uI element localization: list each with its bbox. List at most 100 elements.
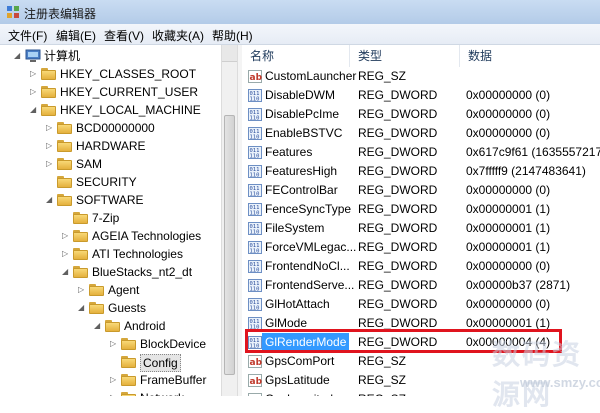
value-row[interactable]: ab CustomLauncher REG_SZ — [242, 67, 600, 86]
tree-node[interactable]: ▷ HKEY_CURRENT_USER — [0, 83, 221, 101]
column-header-type[interactable]: 类型 — [350, 45, 460, 67]
scrollbar-thumb[interactable] — [224, 115, 235, 375]
value-row[interactable]: 011 110 Features REG_DWORD 0x617c9f61 (16355… — [242, 143, 600, 162]
tree-node[interactable]: ▷ Agent — [0, 281, 221, 299]
value-row[interactable]: 011 110 GlHotAttach REG_DWORD 0x00000000 (0) — [242, 295, 600, 314]
value-row[interactable]: 011 110 EnableBSTVC REG_DWORD 0x00000000 (0) — [242, 124, 600, 143]
value-name: DisableDWM — [265, 88, 336, 102]
svg-text:110: 110 — [250, 192, 260, 198]
dword-value-icon: 011110 — [248, 298, 262, 311]
tree-node[interactable]: ▷ ATI Technologies — [0, 245, 221, 263]
tree-node-label: Network — [140, 389, 184, 396]
value-row[interactable]: 011 110 ForceVMLegac... REG_DWORD 0x00000001… — [242, 238, 600, 257]
svg-text:110: 110 — [250, 135, 260, 141]
folder-icon — [121, 338, 136, 350]
tree-node-label: BlueStacks_nt2_dt — [92, 265, 193, 279]
expand-arrow-icon[interactable]: ▷ — [110, 389, 120, 396]
tree-node[interactable]: 7-Zip — [0, 209, 221, 227]
dword-value-icon: 011110 — [248, 203, 262, 216]
tree-node-label: 7-Zip — [92, 211, 120, 225]
expand-arrow-icon[interactable]: ▷ — [110, 371, 120, 389]
value-row[interactable]: 011 110 FileSystem REG_DWORD 0x00000001 (1) — [242, 219, 600, 238]
value-name: FenceSyncType — [265, 202, 352, 216]
menu-view[interactable]: 查看(V) — [104, 27, 144, 44]
tree-node-label: SECURITY — [76, 175, 137, 189]
expand-arrow-icon[interactable]: ▷ — [30, 83, 40, 101]
tree-node[interactable]: ▷ SAM — [0, 155, 221, 173]
registry-editor-icon — [7, 6, 19, 18]
registry-tree[interactable]: ◢ 计算机 ▷ HKEY_CLASSES_ROOT ▷ HKEY_CURRENT_USER… — [0, 45, 221, 396]
value-data: 0x00000000 (0) — [466, 183, 551, 197]
tree-node-label: Guests — [108, 301, 147, 315]
value-data: 0x00000001 (1) — [466, 221, 551, 235]
tree-node[interactable]: ◢ Android — [0, 317, 221, 335]
scroll-up-arrow-icon[interactable] — [222, 45, 237, 62]
dword-value-icon: 011110 — [248, 241, 262, 254]
tree-node[interactable]: ◢ HKEY_LOCAL_MACHINE — [0, 101, 221, 119]
folder-icon — [73, 248, 88, 260]
svg-text:ab: ab — [250, 377, 263, 387]
value-row[interactable]: 011 110 DisablePcIme REG_DWORD 0x00000000 (0… — [242, 105, 600, 124]
value-name: Features — [265, 145, 313, 159]
value-row[interactable]: 011 110 FEControlBar REG_DWORD 0x00000000 (0… — [242, 181, 600, 200]
tree-node[interactable]: ▷ AGEIA Technologies — [0, 227, 221, 245]
tree-node[interactable]: SECURITY — [0, 173, 221, 191]
value-type: REG_SZ — [358, 69, 407, 83]
value-type: REG_DWORD — [358, 259, 438, 273]
svg-text:ab: ab — [250, 73, 263, 83]
value-name: DisablePcIme — [265, 107, 340, 121]
value-row[interactable]: 011 110 FeaturesHigh REG_DWORD 0x7fffff9 (21… — [242, 162, 600, 181]
expand-arrow-icon[interactable]: ▷ — [62, 245, 72, 263]
collapse-arrow-icon[interactable]: ◢ — [62, 263, 72, 281]
tree-node-label: BCD00000000 — [76, 121, 155, 135]
collapse-arrow-icon[interactable]: ◢ — [78, 299, 88, 317]
expand-arrow-icon[interactable]: ▷ — [30, 65, 40, 83]
svg-text:110: 110 — [250, 268, 260, 274]
value-row[interactable]: 011 110 FrontendNoCl... REG_DWORD 0x00000000… — [242, 257, 600, 276]
collapse-arrow-icon[interactable]: ◢ — [14, 47, 24, 65]
tree-node[interactable]: ▷ HKEY_CLASSES_ROOT — [0, 65, 221, 83]
tree-node[interactable]: ◢ Guests — [0, 299, 221, 317]
tree-node-label: HARDWARE — [76, 139, 146, 153]
value-type: REG_DWORD — [358, 145, 438, 159]
column-header-name[interactable]: 名称 — [242, 45, 350, 67]
value-type: REG_DWORD — [358, 183, 438, 197]
collapse-arrow-icon[interactable]: ◢ — [94, 317, 104, 335]
tree-node[interactable]: ◢ SOFTWARE — [0, 191, 221, 209]
expand-arrow-icon[interactable]: ▷ — [62, 227, 72, 245]
tree-node[interactable]: ▷ HARDWARE — [0, 137, 221, 155]
value-name: GpsLongitude — [265, 390, 340, 396]
menu-favorites[interactable]: 收藏夹(A) — [152, 27, 204, 44]
collapse-arrow-icon[interactable]: ◢ — [46, 191, 56, 209]
tree-scrollbar[interactable] — [221, 45, 238, 396]
tree-node[interactable]: ▷ Network — [0, 389, 221, 396]
tree-node[interactable]: ◢ 计算机 — [0, 47, 221, 65]
value-row[interactable]: 011 110 FrontendServe... REG_DWORD 0x00000b3… — [242, 276, 600, 295]
expand-arrow-icon[interactable]: ▷ — [46, 155, 56, 173]
folder-icon — [73, 266, 88, 278]
tree-node-label: ATI Technologies — [92, 247, 183, 261]
folder-icon — [73, 230, 88, 242]
expand-arrow-icon[interactable]: ▷ — [110, 335, 120, 353]
expand-arrow-icon[interactable]: ▷ — [78, 281, 88, 299]
value-row[interactable]: 011 110 DisableDWM REG_DWORD 0x00000000 (0) — [242, 86, 600, 105]
menu-bar: 文件(F) 编辑(E) 查看(V) 收藏夹(A) 帮助(H) — [0, 24, 600, 45]
value-row[interactable]: 011 110 FenceSyncType REG_DWORD 0x00000001 (… — [242, 200, 600, 219]
tree-node[interactable]: ◢ BlueStacks_nt2_dt — [0, 263, 221, 281]
value-name: EnableBSTVC — [265, 126, 343, 140]
expand-arrow-icon[interactable]: ▷ — [46, 119, 56, 137]
tree-node[interactable]: ▷ BCD00000000 — [0, 119, 221, 137]
tree-node[interactable]: ▷ BlockDevice — [0, 335, 221, 353]
value-name: FeaturesHigh — [265, 164, 338, 178]
column-header-data[interactable]: 数据 — [460, 45, 600, 67]
expand-arrow-icon[interactable]: ▷ — [46, 137, 56, 155]
value-name: FrontendServe... — [265, 278, 355, 292]
menu-file[interactable]: 文件(F) — [8, 27, 47, 44]
svg-text:110: 110 — [250, 97, 260, 103]
menu-help[interactable]: 帮助(H) — [212, 27, 253, 44]
dword-value-icon: 011110 — [248, 127, 262, 140]
collapse-arrow-icon[interactable]: ◢ — [30, 101, 40, 119]
tree-node[interactable]: Config — [0, 353, 221, 372]
tree-node[interactable]: ▷ FrameBuffer — [0, 371, 221, 389]
menu-edit[interactable]: 编辑(E) — [56, 27, 96, 44]
